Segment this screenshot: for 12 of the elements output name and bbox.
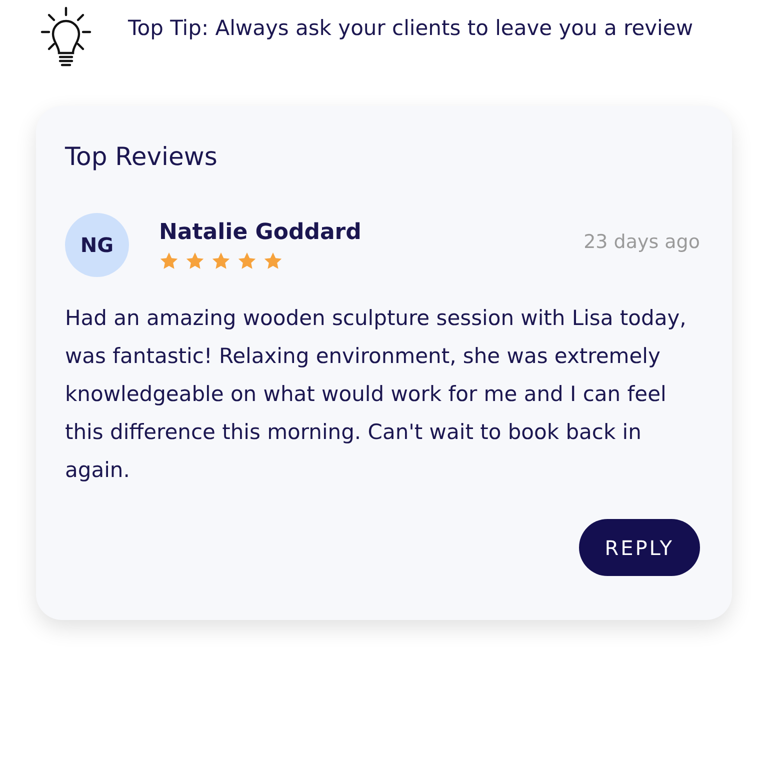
reviewer-name: Natalie Goddard <box>159 220 362 244</box>
tip-text: Top Tip: Always ask your clients to leave you a review <box>128 15 693 42</box>
review-text: Had an amazing wooden sculpture session with Lisa today, was fantastic! Relaxing environment, she was extremely knowledgeable on what would work for me and I can feel this difference this morning. Can't wait to book back in again. <box>65 305 688 484</box>
star-icon <box>159 250 179 270</box>
star-icon <box>237 250 257 270</box>
card-title: Top Reviews <box>65 142 218 171</box>
avatar: NG <box>65 213 129 277</box>
star-icon <box>211 250 231 270</box>
reply-button[interactable]: REPLY <box>578 519 700 576</box>
star-icon <box>263 250 283 270</box>
review-time: 23 days ago <box>584 231 700 253</box>
star-icon <box>185 250 205 270</box>
